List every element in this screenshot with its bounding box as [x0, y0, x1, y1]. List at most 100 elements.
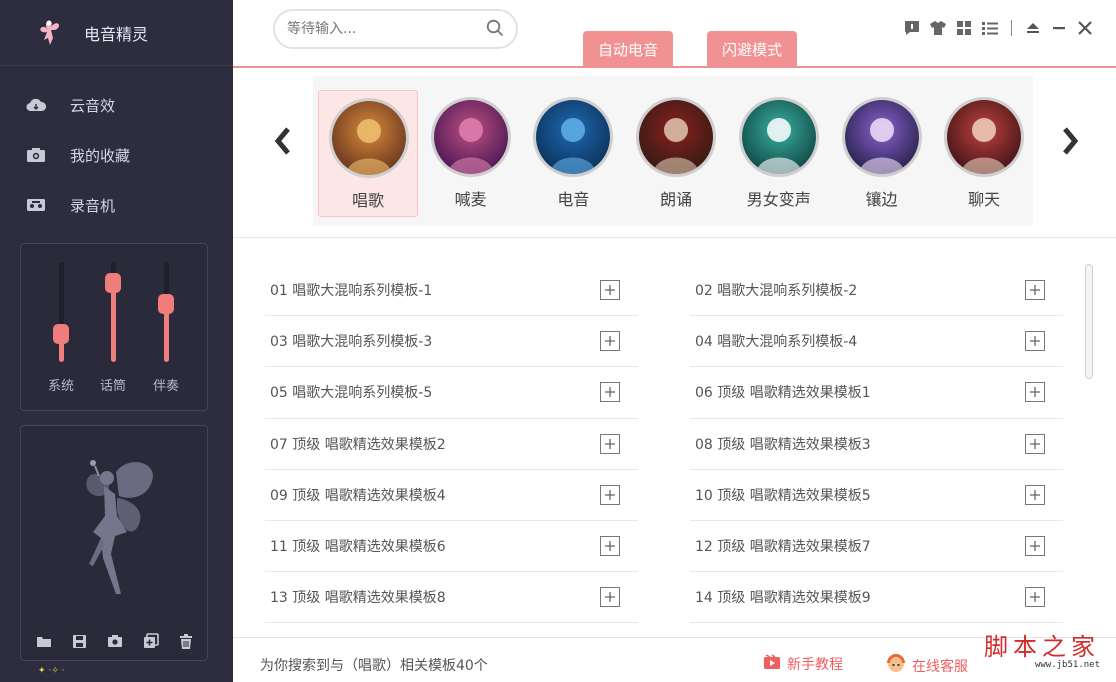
chevron-left-icon[interactable] [273, 126, 293, 156]
add-template-icon[interactable] [1025, 331, 1045, 352]
template-name: 13 顶级 唱歌精选效果模板8 [270, 590, 446, 607]
add-template-icon[interactable] [1025, 484, 1045, 505]
sidebar-item-label: 我的收藏 [70, 146, 131, 165]
category-carousel: 唱歌 喊麦 电音 朗诵 男女变声 镶边 聊天 [233, 70, 1116, 238]
tab-dodge-mode[interactable]: 闪避模式 [707, 31, 798, 67]
slider-knob[interactable] [105, 273, 121, 294]
fairy-panel [20, 425, 208, 661]
message-icon[interactable] [899, 18, 925, 38]
volume-slider-system[interactable] [41, 262, 81, 370]
add-template-icon[interactable] [600, 433, 620, 454]
scrollbar[interactable] [1085, 264, 1093, 637]
add-template-icon[interactable] [1025, 280, 1045, 300]
template-row[interactable]: 14 顶级 唱歌精选效果模板9 [690, 572, 1063, 624]
fairy-illustration-icon [71, 454, 161, 608]
add-template-icon[interactable] [600, 382, 620, 403]
search-input[interactable] [287, 19, 477, 39]
add-template-icon[interactable] [1025, 382, 1045, 403]
category-label: 电音 [557, 190, 590, 209]
app-title: 电音精灵 [84, 24, 149, 44]
template-row[interactable]: 13 顶级 唱歌精选效果模板8 [265, 572, 638, 624]
scrollbar-thumb[interactable] [1085, 264, 1093, 379]
trash-icon[interactable] [177, 632, 195, 650]
add-template-icon[interactable] [600, 331, 620, 352]
grid-view-icon[interactable] [951, 18, 977, 38]
support-label: 在线客服 [912, 659, 968, 675]
volume-slider-accompaniment[interactable] [146, 262, 186, 370]
cloud-icon [26, 97, 46, 113]
sidebar-item-cloud-effects[interactable]: 云音效 [0, 80, 233, 130]
template-name: 06 顶级 唱歌精选效果模板1 [695, 385, 871, 402]
add-template-icon[interactable] [600, 484, 620, 505]
template-row[interactable]: 03 唱歌大混响系列模板-3 [265, 316, 638, 368]
window-controls [899, 18, 1098, 38]
add-template-icon[interactable] [600, 280, 620, 300]
sidebar-item-favorites[interactable]: 我的收藏 [0, 130, 233, 180]
close-icon[interactable] [1072, 18, 1098, 38]
category-singing[interactable]: 唱歌 [318, 90, 418, 217]
add-template-icon[interactable] [1025, 433, 1045, 454]
category-avatar [533, 97, 614, 177]
category-flanger[interactable]: 镶边 [832, 90, 932, 217]
brand: 电音精灵 [0, 0, 233, 66]
template-row[interactable]: 04 唱歌大混响系列模板-4 [690, 316, 1063, 368]
video-tutorial-icon [763, 654, 781, 674]
add-template-icon[interactable] [600, 535, 620, 556]
slider-knob[interactable] [158, 294, 174, 314]
template-row[interactable]: 10 顶级 唱歌精选效果模板5 [690, 470, 1063, 521]
camera-icon[interactable] [106, 632, 124, 650]
category-avatar [636, 97, 717, 177]
template-row[interactable]: 05 唱歌大混响系列模板-5 [265, 367, 638, 419]
volume-mixer: 系统 话筒 伴奏 [20, 243, 208, 411]
watermark-title: 脚本之家 [984, 633, 1100, 661]
template-row[interactable]: 08 顶级 唱歌精选效果模板3 [690, 419, 1063, 470]
sidebar-nav: 云音效 我的收藏 录音机 [0, 66, 233, 230]
tutorial-link[interactable]: 新手教程 [763, 654, 843, 674]
template-name: 09 顶级 唱歌精选效果模板4 [270, 487, 446, 504]
list-view-icon[interactable] [977, 18, 1003, 38]
chevron-right-icon[interactable] [1060, 126, 1080, 156]
category-shouting-mic[interactable]: 喊麦 [421, 90, 521, 217]
eject-icon[interactable] [1020, 18, 1046, 38]
category-recitation[interactable]: 朗诵 [626, 90, 726, 217]
add-template-icon[interactable] [1025, 535, 1045, 556]
volume-slider-mic[interactable] [93, 262, 133, 370]
category-chat[interactable]: 聊天 [934, 90, 1034, 217]
slider-knob[interactable] [53, 324, 69, 345]
skin-shirt-icon[interactable] [925, 18, 951, 38]
template-row[interactable]: 11 顶级 唱歌精选效果模板6 [265, 521, 638, 573]
template-name: 07 顶级 唱歌精选效果模板2 [270, 436, 446, 453]
folder-icon[interactable] [35, 632, 53, 650]
template-row[interactable]: 12 顶级 唱歌精选效果模板7 [690, 521, 1063, 573]
sidebar-item-recorder[interactable]: 录音机 [0, 180, 233, 230]
template-row[interactable]: 09 顶级 唱歌精选效果模板4 [265, 470, 638, 521]
sidebar-item-label: 录音机 [70, 196, 116, 215]
template-column-right: 02 唱歌大混响系列模板-2 04 唱歌大混响系列模板-4 06 顶级 唱歌精选效果… [690, 265, 1063, 624]
minimize-icon[interactable] [1046, 18, 1072, 38]
category-voice-changer[interactable]: 男女变声 [729, 90, 829, 217]
template-name: 11 顶级 唱歌精选效果模板6 [270, 539, 446, 556]
category-electronic[interactable]: 电音 [523, 90, 623, 217]
search-icon[interactable] [486, 19, 504, 41]
camera-icon [26, 147, 46, 163]
slider-fill [164, 308, 169, 362]
template-name: 02 唱歌大混响系列模板-2 [695, 283, 858, 300]
category-label: 男女变声 [746, 190, 811, 209]
online-support-link[interactable]: 在线客服 [886, 654, 968, 678]
template-column-left: 01 唱歌大混响系列模板-1 03 唱歌大混响系列模板-3 05 唱歌大混响系列模板… [265, 265, 638, 624]
template-row[interactable]: 07 顶级 唱歌精选效果模板2 [265, 419, 638, 470]
template-row[interactable]: 06 顶级 唱歌精选效果模板1 [690, 367, 1063, 419]
save-icon[interactable] [71, 632, 89, 650]
template-name: 14 顶级 唱歌精选效果模板9 [695, 590, 871, 607]
top-bar: 自动电音 闪避模式 [233, 0, 1116, 68]
template-row[interactable]: 02 唱歌大混响系列模板-2 [690, 265, 1063, 317]
tab-auto-electronic[interactable]: 自动电音 [583, 31, 674, 67]
search-result-status: 为你搜索到与（唱歌）相关模板40个 [260, 658, 488, 674]
template-row[interactable]: 01 唱歌大混响系列模板-1 [265, 265, 638, 317]
tutorial-label: 新手教程 [787, 657, 843, 673]
add-template-icon[interactable] [1025, 587, 1045, 608]
slider-fill [111, 287, 116, 362]
add-template-icon[interactable] [600, 587, 620, 608]
add-icon[interactable] [142, 632, 160, 650]
category-label: 喊麦 [454, 190, 487, 209]
